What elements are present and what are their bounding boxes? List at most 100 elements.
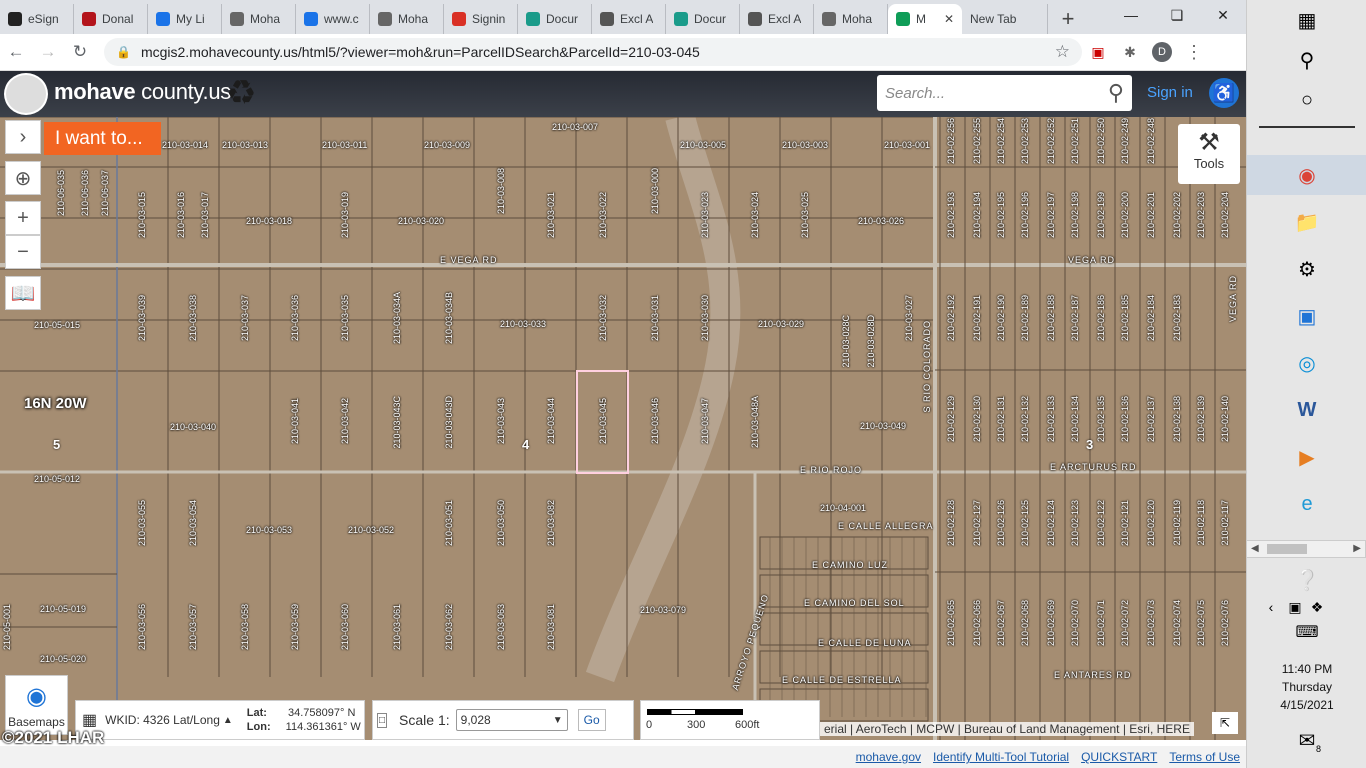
i-want-to-button[interactable]: I want to...	[44, 122, 161, 155]
parcel-label: 210-02-253	[1020, 118, 1030, 165]
clock[interactable]: 11:40 PM Thursday 4/15/2021	[1247, 660, 1366, 714]
parcel-label: 210-02-127	[972, 500, 982, 547]
parcel-label: 210-02-201	[1146, 192, 1156, 239]
lat-lon-readout: Lat: 34.758097° N Lon: 114.361361° W	[247, 706, 361, 734]
go-button[interactable]: Go	[577, 709, 606, 731]
pdf-extension-icon[interactable]: ▣	[1082, 44, 1114, 61]
back-icon[interactable]: ←	[0, 42, 32, 62]
bookmarks-icon[interactable]: 📖	[5, 276, 41, 310]
browser-tab[interactable]: M ✕	[888, 4, 962, 34]
minimize-icon[interactable]: —	[1108, 0, 1154, 30]
parcel-label: 210-02-194	[972, 192, 982, 239]
parcel-label: 210-02-128	[946, 500, 956, 547]
tab-label: Moha	[398, 12, 429, 26]
windows-start-icon[interactable]: ▦	[1287, 0, 1327, 40]
zoom-out-icon[interactable]: −	[5, 235, 41, 269]
browser-tab[interactable]: Excl A	[740, 4, 814, 34]
file-explorer-icon[interactable]: 📁	[1287, 202, 1327, 242]
footer-link-terms[interactable]: Terms of Use	[1169, 750, 1240, 764]
browser-tab[interactable]: New Tab	[962, 4, 1048, 34]
browser-tab[interactable]: Excl A	[592, 4, 666, 34]
scroll-left-icon[interactable]: ◀	[1251, 543, 1259, 554]
map-view[interactable]: 210-03-014 210-03-013 210-03-011 210-03-009…	[0, 117, 1246, 740]
task-view-icon[interactable]: ○	[1287, 80, 1327, 120]
parcel-label: 210-03-024	[750, 192, 760, 239]
locate-icon[interactable]: ⊕	[5, 161, 41, 195]
scale-select[interactable]: 9,028 ▼	[455, 709, 568, 731]
browser-tab[interactable]: My Li	[148, 4, 222, 34]
tab-favicon-icon	[82, 12, 96, 26]
chrome-icon[interactable]: ◉	[1247, 155, 1366, 195]
road-label: E CALLE ALLEGRA	[838, 521, 934, 531]
browser-tab[interactable]: Moha	[222, 4, 296, 34]
browser-tab[interactable]: Moha	[370, 4, 444, 34]
search-taskbar-icon[interactable]: ⚲	[1287, 40, 1327, 80]
tools-button[interactable]: ⚒ Tools	[1178, 124, 1240, 184]
parcel-label: 210-03-059	[290, 604, 300, 651]
section-number: 5	[53, 437, 61, 452]
parcel-label: 210-02-185	[1120, 295, 1130, 342]
collapse-attribution-icon[interactable]: ⇱	[1212, 712, 1238, 734]
internet-explorer-icon[interactable]: e	[1287, 484, 1327, 524]
parcel-label: 210-03-019	[340, 192, 350, 239]
footer-link-mohave[interactable]: mohave.gov	[856, 750, 921, 764]
extensions-icon[interactable]: ✱	[1114, 44, 1146, 61]
zoom-in-icon[interactable]: +	[5, 201, 41, 235]
sign-in-link[interactable]: Sign in	[1147, 84, 1193, 101]
maximize-icon[interactable]: ❏	[1154, 0, 1200, 30]
parcel-label: 210-03-000	[650, 168, 660, 215]
caret-up-icon[interactable]: ▲	[223, 715, 233, 726]
word-icon[interactable]: W	[1287, 390, 1327, 430]
site-brand[interactable]: mohave county.us	[54, 79, 231, 105]
scroll-thumb[interactable]	[1267, 544, 1307, 554]
accessibility-icon[interactable]: ♿	[1209, 78, 1239, 108]
search-input[interactable]: Search... ⚲	[877, 75, 1132, 111]
section-number: 4	[522, 437, 530, 452]
road-label: E ANTARES RD	[1054, 670, 1132, 680]
store-icon[interactable]: ▣	[1287, 296, 1327, 336]
parcel-label: 210-02-251	[1070, 118, 1080, 165]
browser-tab[interactable]: Docur	[666, 4, 740, 34]
media-player-icon[interactable]: ▶	[1287, 437, 1327, 477]
wkid-selector[interactable]: WKID: 4326 Lat/Long	[105, 713, 220, 727]
lon-label: Lon:	[246, 721, 271, 733]
close-window-icon[interactable]: ✕	[1200, 0, 1246, 30]
parcel-label: 210-02-197	[1046, 192, 1056, 239]
horizontal-scrollbar[interactable]: ◀ ▶	[1246, 540, 1366, 558]
tab-close-icon[interactable]: ✕	[944, 12, 954, 26]
forward-icon[interactable]: →	[32, 42, 64, 62]
county-seal-logo[interactable]	[4, 73, 48, 115]
scale-icon[interactable]: □	[377, 712, 388, 728]
parcel-label: 210-02-131	[996, 396, 1006, 443]
parcel-label: 210-02-136	[1120, 396, 1130, 443]
browser-tab[interactable]: www.c	[296, 4, 370, 34]
keyboard-icon[interactable]: ⌨	[1287, 612, 1327, 652]
search-icon[interactable]: ⚲	[1108, 80, 1124, 106]
browser-tab[interactable]: eSign	[0, 4, 74, 34]
parcel-label: 210-02-255	[972, 118, 982, 165]
parcel-label: 210-03-031	[650, 295, 660, 342]
basemaps-button[interactable]: ◉ Basemaps	[5, 675, 68, 735]
edge-icon[interactable]: ◎	[1287, 343, 1327, 383]
parcel-label: 210-03-011	[322, 140, 368, 150]
browser-tab[interactable]: Moha	[814, 4, 888, 34]
url-field[interactable]: 🔒 mcgis2.mohavecounty.us/html5/?viewer=m…	[104, 38, 1082, 66]
expand-panel-button[interactable]: ›	[5, 120, 41, 154]
browser-menu-icon[interactable]: ⋮	[1178, 42, 1210, 63]
footer-link-tutorial[interactable]: Identify Multi-Tool Tutorial	[933, 750, 1069, 764]
browser-tab[interactable]: Docur	[518, 4, 592, 34]
reload-icon[interactable]: ↻	[64, 42, 96, 62]
profile-button[interactable]: D	[1146, 42, 1178, 62]
tab-label: Excl A	[620, 12, 654, 26]
new-tab-button[interactable]: +	[1048, 4, 1088, 34]
browser-tab[interactable]: Signin	[444, 4, 518, 34]
parcel-label: 210-02-187	[1070, 295, 1080, 342]
browser-tab[interactable]: Donal	[74, 4, 148, 34]
notifications-icon[interactable]: ✉ 8	[1287, 720, 1327, 760]
parcel-label: 210-02-125	[1020, 500, 1030, 547]
scroll-right-icon[interactable]: ▶	[1353, 543, 1361, 554]
settings-icon[interactable]: ⚙	[1287, 249, 1327, 289]
footer-link-quickstart[interactable]: QUICKSTART	[1081, 750, 1157, 764]
tab-label: Moha	[842, 12, 873, 26]
bookmark-star-icon[interactable]: ☆	[1055, 42, 1070, 62]
